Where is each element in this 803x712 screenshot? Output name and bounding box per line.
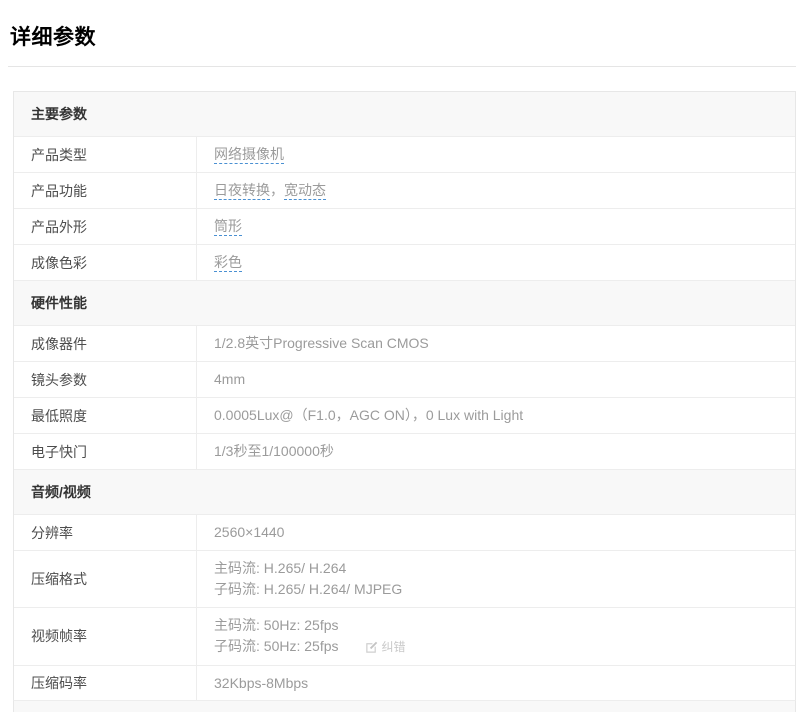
spec-value-line: 1/2.8英寸Progressive Scan CMOS — [214, 333, 795, 354]
spec-label: 镜头参数 — [14, 362, 197, 397]
spec-value: 0.0005Lux@（F1.0，AGC ON），0 Lux with Light — [197, 398, 795, 433]
spec-label: 压缩格式 — [14, 551, 197, 607]
spec-value: 日夜转换，宽动态 — [197, 173, 795, 208]
spec-value-link[interactable]: 网络摄像机 — [214, 146, 284, 164]
spec-value: 网络摄像机 — [197, 137, 795, 172]
spec-value-text: 0.0005Lux@（F1.0，AGC ON），0 Lux with Light — [214, 407, 523, 423]
spec-row: 产品类型网络摄像机 — [14, 137, 795, 173]
spec-row: 电子快门 1/3秒至1/100000秒 — [14, 434, 795, 470]
spec-label: 电子快门 — [14, 434, 197, 469]
pencil-square-icon — [365, 641, 378, 654]
spec-value-text: 主码流: H.265/ H.264 — [214, 560, 346, 576]
spec-value-text: 子码流: 50Hz: 25fps — [214, 638, 339, 654]
spec-value: 32Kbps-8Mbps — [197, 666, 795, 701]
spec-value-line: 主码流: H.265/ H.264 — [214, 558, 795, 579]
section-header-title: 主要参数 — [31, 104, 87, 124]
spec-label: 视频帧率 — [14, 608, 197, 665]
section-header: 硬件性能 — [14, 281, 795, 326]
spec-value-text: 1/2.8英寸Progressive Scan CMOS — [214, 335, 429, 351]
page-title: 详细参数 — [10, 21, 96, 51]
spec-value: 2560×1440 — [197, 515, 795, 550]
spec-value-line: 网络摄像机 — [214, 144, 795, 165]
spec-value-link[interactable]: 日夜转换 — [214, 182, 270, 200]
spec-label: 成像色彩 — [14, 245, 197, 280]
spec-row: 镜头参数 4mm — [14, 362, 795, 398]
spec-value-line: 子码流: H.265/ H.264/ MJPEG — [214, 579, 795, 600]
section-header-title: 硬件性能 — [31, 293, 87, 313]
spec-row: 产品功能日夜转换，宽动态 — [14, 173, 795, 209]
spec-value-text: 1/3秒至1/100000秒 — [214, 443, 334, 459]
correction-label: 纠错 — [382, 637, 406, 658]
spec-value: 主码流: 50Hz: 25fps 子码流: 50Hz: 25fps 纠错 — [197, 608, 795, 665]
spec-label: 产品外形 — [14, 209, 197, 244]
spec-value-link[interactable]: 彩色 — [214, 254, 242, 272]
spec-value: 1/2.8英寸Progressive Scan CMOS — [197, 326, 795, 361]
spec-row: 产品外形筒形 — [14, 209, 795, 245]
spec-value-line: 彩色 — [214, 252, 795, 273]
spec-row: 压缩格式 主码流: H.265/ H.264 子码流: H.265/ H.264/ … — [14, 551, 795, 608]
spec-value-text: 主码流: 50Hz: 25fps — [214, 617, 339, 633]
spec-value-line: 0.0005Lux@（F1.0，AGC ON），0 Lux with Light — [214, 405, 795, 426]
spec-value-link[interactable]: 筒形 — [214, 218, 242, 236]
spec-value-text: ， — [270, 182, 284, 198]
section-header: 主要参数 — [14, 92, 795, 137]
spec-value-text: 2560×1440 — [214, 524, 284, 540]
section-header-title: 音频/视频 — [31, 482, 91, 502]
next-section-partial-header — [13, 700, 796, 712]
spec-row: 压缩码率 32Kbps-8Mbps — [14, 666, 795, 702]
spec-value-line: 子码流: 50Hz: 25fps 纠错 — [214, 636, 795, 658]
spec-value: 彩色 — [197, 245, 795, 280]
spec-row: 成像器件 1/2.8英寸Progressive Scan CMOS — [14, 326, 795, 362]
spec-label: 产品功能 — [14, 173, 197, 208]
spec-table: 主要参数产品类型网络摄像机产品功能日夜转换，宽动态产品外形筒形成像色彩彩色硬件性… — [13, 91, 796, 702]
spec-value-text: 4mm — [214, 371, 245, 387]
spec-row: 最低照度 0.0005Lux@（F1.0，AGC ON），0 Lux with L… — [14, 398, 795, 434]
correction-link[interactable]: 纠错 — [365, 637, 406, 658]
spec-value-line: 主码流: 50Hz: 25fps — [214, 615, 795, 636]
spec-value: 主码流: H.265/ H.264 子码流: H.265/ H.264/ MJPE… — [197, 551, 795, 607]
spec-label: 产品类型 — [14, 137, 197, 172]
spec-row: 分辨率 2560×1440 — [14, 515, 795, 551]
spec-value: 筒形 — [197, 209, 795, 244]
spec-label: 分辨率 — [14, 515, 197, 550]
spec-label: 最低照度 — [14, 398, 197, 433]
spec-label: 压缩码率 — [14, 666, 197, 701]
spec-value-text: 32Kbps-8Mbps — [214, 675, 308, 691]
spec-value: 1/3秒至1/100000秒 — [197, 434, 795, 469]
spec-label: 成像器件 — [14, 326, 197, 361]
spec-value-line: 4mm — [214, 369, 795, 390]
spec-value-line: 1/3秒至1/100000秒 — [214, 441, 795, 462]
spec-value-text: 子码流: H.265/ H.264/ MJPEG — [214, 581, 402, 597]
spec-value-line: 筒形 — [214, 216, 795, 237]
spec-row: 视频帧率 主码流: 50Hz: 25fps 子码流: 50Hz: 25fps 纠错 — [14, 608, 795, 666]
spec-value-line: 32Kbps-8Mbps — [214, 673, 795, 694]
section-header: 音频/视频 — [14, 470, 795, 515]
spec-row: 成像色彩彩色 — [14, 245, 795, 281]
spec-value-line: 日夜转换，宽动态 — [214, 180, 795, 201]
spec-value-link[interactable]: 宽动态 — [284, 182, 326, 200]
spec-value-line: 2560×1440 — [214, 522, 795, 543]
spec-value: 4mm — [197, 362, 795, 397]
title-divider — [8, 66, 796, 67]
